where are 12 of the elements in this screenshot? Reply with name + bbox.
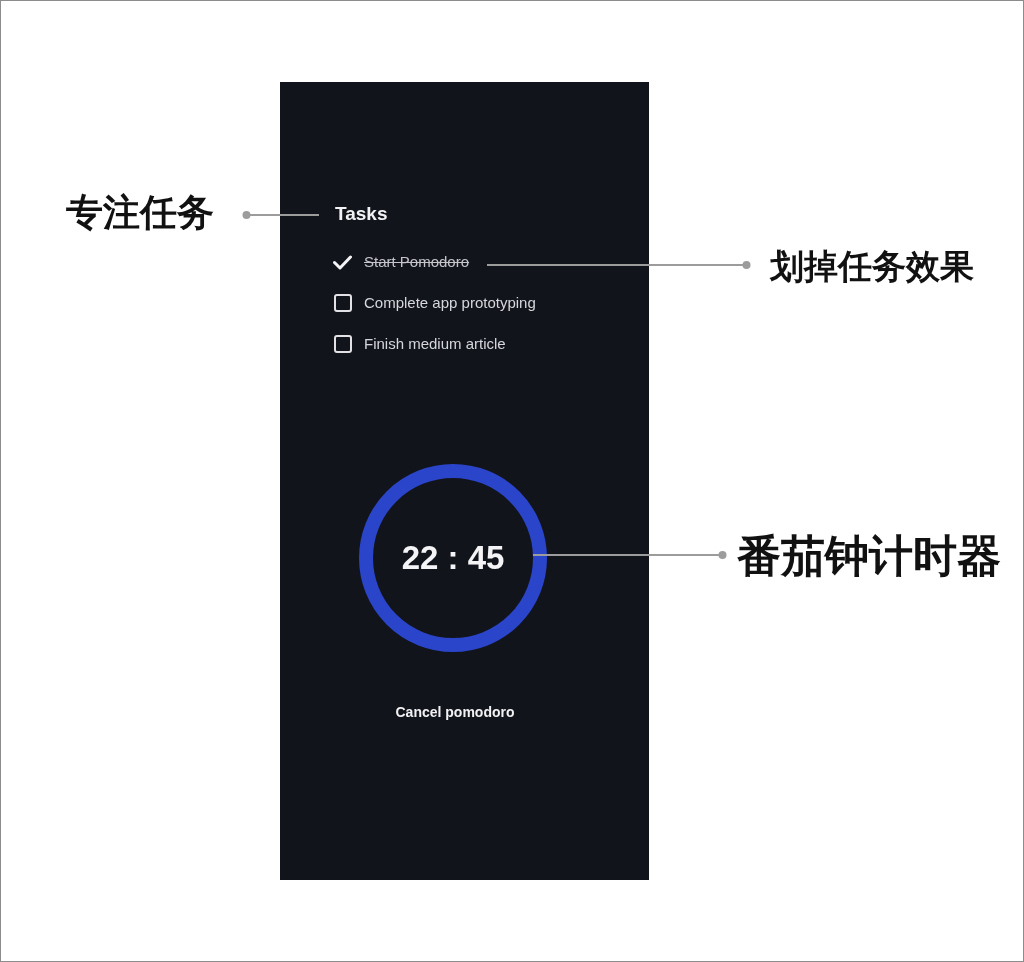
task-label: Finish medium article xyxy=(364,334,506,354)
task-label: Complete app prototyping xyxy=(364,293,536,313)
cancel-button[interactable]: Cancel pomodoro xyxy=(395,703,515,721)
annotation-label: 划掉任务效果 xyxy=(770,246,974,287)
checkbox[interactable] xyxy=(334,335,352,353)
checkbox[interactable] xyxy=(334,294,352,312)
annotation-label: 专注任务 xyxy=(66,191,214,236)
timer-text: 22 : 45 xyxy=(401,538,505,578)
checkmark-icon[interactable] xyxy=(333,254,352,270)
task-label: Start Pomodoro xyxy=(364,252,470,272)
tasks-heading: Tasks xyxy=(335,202,388,226)
annotation-label: 番茄钟计时器 xyxy=(737,530,1001,583)
